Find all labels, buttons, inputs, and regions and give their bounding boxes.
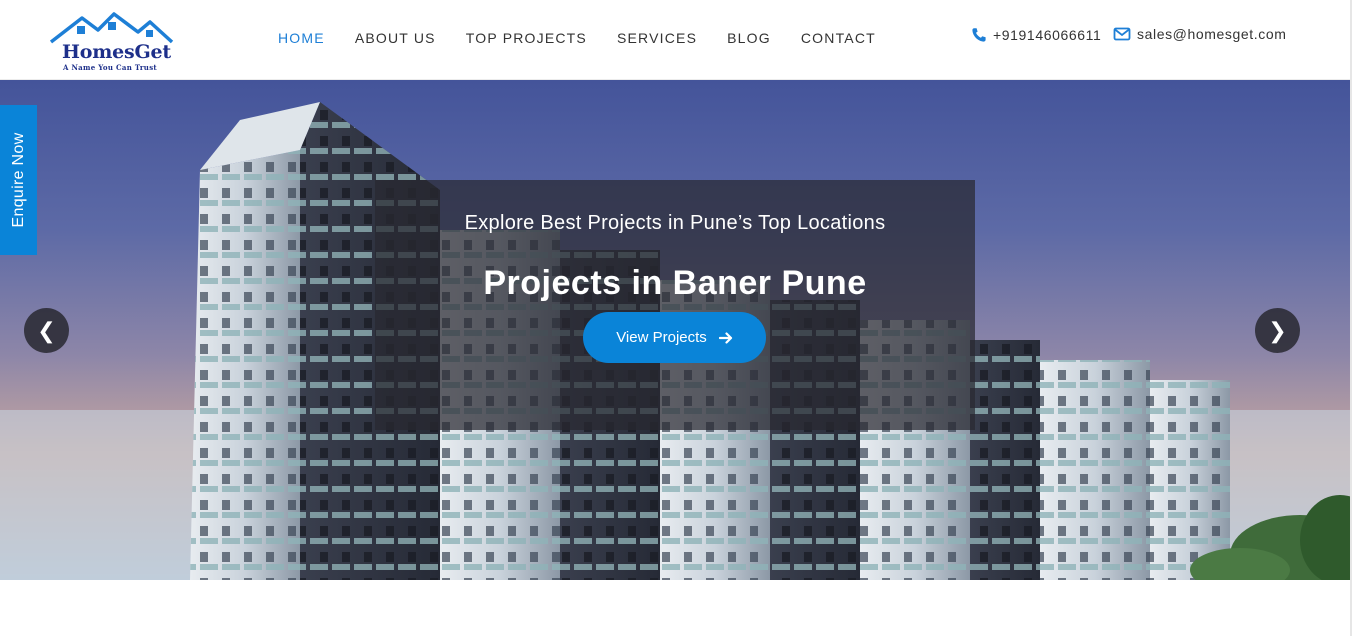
hero-subtitle: Explore Best Projects in Pune’s Top Loca…: [464, 212, 886, 234]
logo-wordmark: HomesGet: [62, 41, 172, 63]
phone-link[interactable]: +919146066611: [971, 27, 1101, 43]
hero-title: Projects in Baner Pune: [483, 264, 867, 302]
hero-slider: Explore Best Projects in Pune’s Top Loca…: [0, 80, 1350, 580]
nav-about-us[interactable]: ABOUT US: [355, 30, 436, 46]
email-address: sales@homesget.com: [1137, 26, 1287, 42]
envelope-icon: [1113, 27, 1131, 41]
email-link[interactable]: sales@homesget.com: [1113, 26, 1287, 42]
main-nav: HOME ABOUT US TOP PROJECTS SERVICES BLOG…: [278, 30, 906, 46]
slider-prev-button[interactable]: ❮: [24, 308, 69, 353]
nav-blog[interactable]: BLOG: [727, 30, 771, 46]
nav-home[interactable]: HOME: [278, 30, 325, 46]
nav-contact[interactable]: CONTACT: [801, 30, 876, 46]
hero-caption: Explore Best Projects in Pune’s Top Loca…: [375, 180, 975, 430]
nav-services[interactable]: SERVICES: [617, 30, 697, 46]
view-projects-button[interactable]: View Projects: [583, 312, 766, 363]
logo-tagline: A Name You Can Trust: [63, 63, 157, 72]
enquire-now-tab[interactable]: Enquire Now: [0, 105, 37, 255]
view-projects-label: View Projects: [616, 329, 707, 346]
enquire-now-label: Enquire Now: [9, 132, 27, 228]
slider-next-button[interactable]: ❯: [1255, 308, 1300, 353]
phone-icon: [972, 28, 986, 42]
arrow-right-icon: [718, 331, 732, 344]
chevron-left-icon: ❮: [37, 317, 56, 343]
nav-top-projects[interactable]: TOP PROJECTS: [466, 30, 587, 46]
chevron-right-icon: ❯: [1268, 317, 1287, 343]
homesget-logo[interactable]: HomesGet A Name You Can Trust: [48, 8, 178, 74]
site-header: HomesGet A Name You Can Trust HOME ABOUT…: [0, 0, 1352, 80]
phone-number: +919146066611: [993, 27, 1102, 43]
